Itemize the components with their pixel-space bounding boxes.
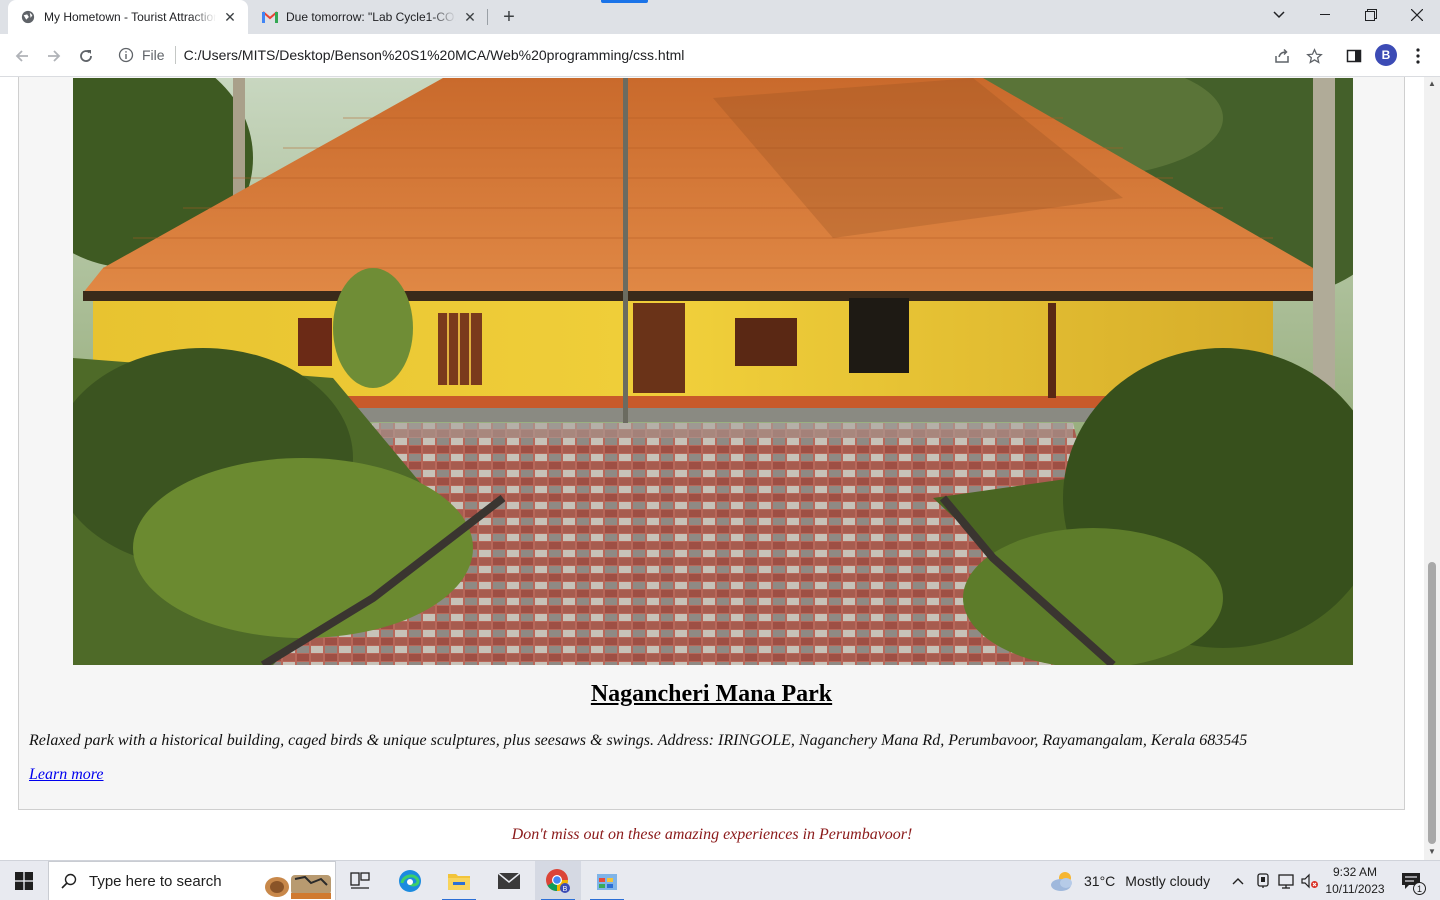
weather-condition: Mostly cloudy	[1125, 873, 1211, 889]
close-tab-icon[interactable]: ✕	[462, 9, 478, 25]
volume-muted-icon[interactable]	[1299, 861, 1321, 900]
windows-taskbar: Type here to search B 31°C Mostly cloudy	[0, 860, 1440, 900]
file-explorer-icon[interactable]	[436, 861, 482, 900]
chrome-icon[interactable]: B	[535, 861, 581, 900]
attraction-description: Relaxed park with a historical building,…	[29, 732, 1248, 749]
scheme-label: File	[142, 47, 165, 63]
tab-strip: My Hometown - Tourist Attractions ✕ Due …	[0, 0, 1440, 34]
svg-text:B: B	[563, 886, 568, 893]
tab-gmail[interactable]: Due tomorrow: "Lab Cycle1-CO1" ✕	[250, 0, 488, 34]
gmail-icon	[262, 9, 278, 25]
forward-arrow-icon[interactable]	[40, 42, 68, 70]
meet-now-icon[interactable]	[1252, 861, 1274, 900]
minimize-icon[interactable]	[1302, 0, 1348, 30]
page-scrollbar[interactable]: ▲ ▼	[1424, 77, 1440, 860]
weather-widget[interactable]: 31°C Mostly cloudy	[1050, 861, 1210, 900]
attraction-photo	[73, 78, 1353, 665]
scroll-up-icon[interactable]: ▲	[1428, 79, 1436, 88]
windows-start-icon[interactable]	[0, 861, 48, 900]
footer-message: Don't miss out on these amazing experien…	[511, 826, 913, 843]
taskbar-clock[interactable]: 9:32 AM 10/11/2023	[1320, 864, 1390, 898]
scroll-down-icon[interactable]: ▼	[1428, 847, 1436, 856]
globe-icon	[20, 9, 36, 25]
tab-my-hometown[interactable]: My Hometown - Tourist Attractions ✕	[8, 0, 248, 34]
close-tab-icon[interactable]: ✕	[222, 9, 238, 25]
scrollbar-thumb[interactable]	[1428, 562, 1436, 844]
show-hidden-icons-chevron-icon[interactable]	[1228, 861, 1248, 900]
attraction-title: Nagancheri Mana Park	[590, 681, 833, 707]
back-arrow-icon[interactable]	[8, 42, 36, 70]
tab-title: Due tomorrow: "Lab Cycle1-CO1"	[286, 10, 456, 24]
edge-browser-icon[interactable]	[387, 861, 433, 900]
control-panel-icon[interactable]	[584, 861, 630, 900]
reload-icon[interactable]	[72, 42, 100, 70]
side-panel-icon[interactable]	[1342, 44, 1366, 68]
attraction-card: Nagancheri Mana Park Relaxed park with a…	[18, 77, 1405, 810]
clock-date: 10/11/2023	[1325, 882, 1385, 896]
mail-icon[interactable]	[486, 861, 532, 900]
taskbar-search-input[interactable]: Type here to search	[48, 861, 336, 900]
tab-strip-accent	[601, 0, 648, 3]
browser-toolbar: File C:/Users/MITS/Desktop/Benson%20S1%2…	[0, 34, 1440, 77]
page-viewport: Nagancheri Mana Park Relaxed park with a…	[0, 77, 1424, 860]
tab-search-chevron-icon[interactable]	[1256, 0, 1302, 30]
notification-badge: 1	[1413, 882, 1426, 895]
new-tab-icon[interactable]: +	[497, 5, 521, 29]
url-text[interactable]: C:/Users/MITS/Desktop/Benson%20S1%20MCA/…	[184, 47, 685, 63]
task-view-icon[interactable]	[337, 861, 383, 900]
clock-time: 9:32 AM	[1332, 865, 1378, 879]
profile-avatar[interactable]: B	[1375, 44, 1397, 66]
search-placeholder: Type here to search	[89, 872, 222, 890]
search-highlight-icon	[261, 865, 333, 899]
bookmark-star-icon[interactable]	[1302, 44, 1326, 68]
search-icon	[61, 873, 77, 889]
learn-more-link[interactable]: Learn more	[29, 766, 104, 784]
network-icon[interactable]	[1276, 861, 1298, 900]
more-menu-icon[interactable]	[1406, 44, 1430, 68]
restore-icon[interactable]	[1348, 0, 1394, 30]
notifications-icon[interactable]: 1	[1396, 861, 1426, 900]
share-icon[interactable]	[1270, 44, 1294, 68]
address-divider	[174, 46, 176, 64]
partly-cloudy-icon	[1050, 870, 1076, 892]
site-info-icon[interactable]	[118, 47, 134, 63]
address-bar[interactable]: File C:/Users/MITS/Desktop/Benson%20S1%2…	[108, 39, 1340, 71]
weather-temp: 31°C	[1084, 873, 1116, 889]
tab-title: My Hometown - Tourist Attractions	[44, 10, 216, 24]
window-close-icon[interactable]	[1394, 0, 1440, 30]
tab-separator	[487, 9, 488, 25]
